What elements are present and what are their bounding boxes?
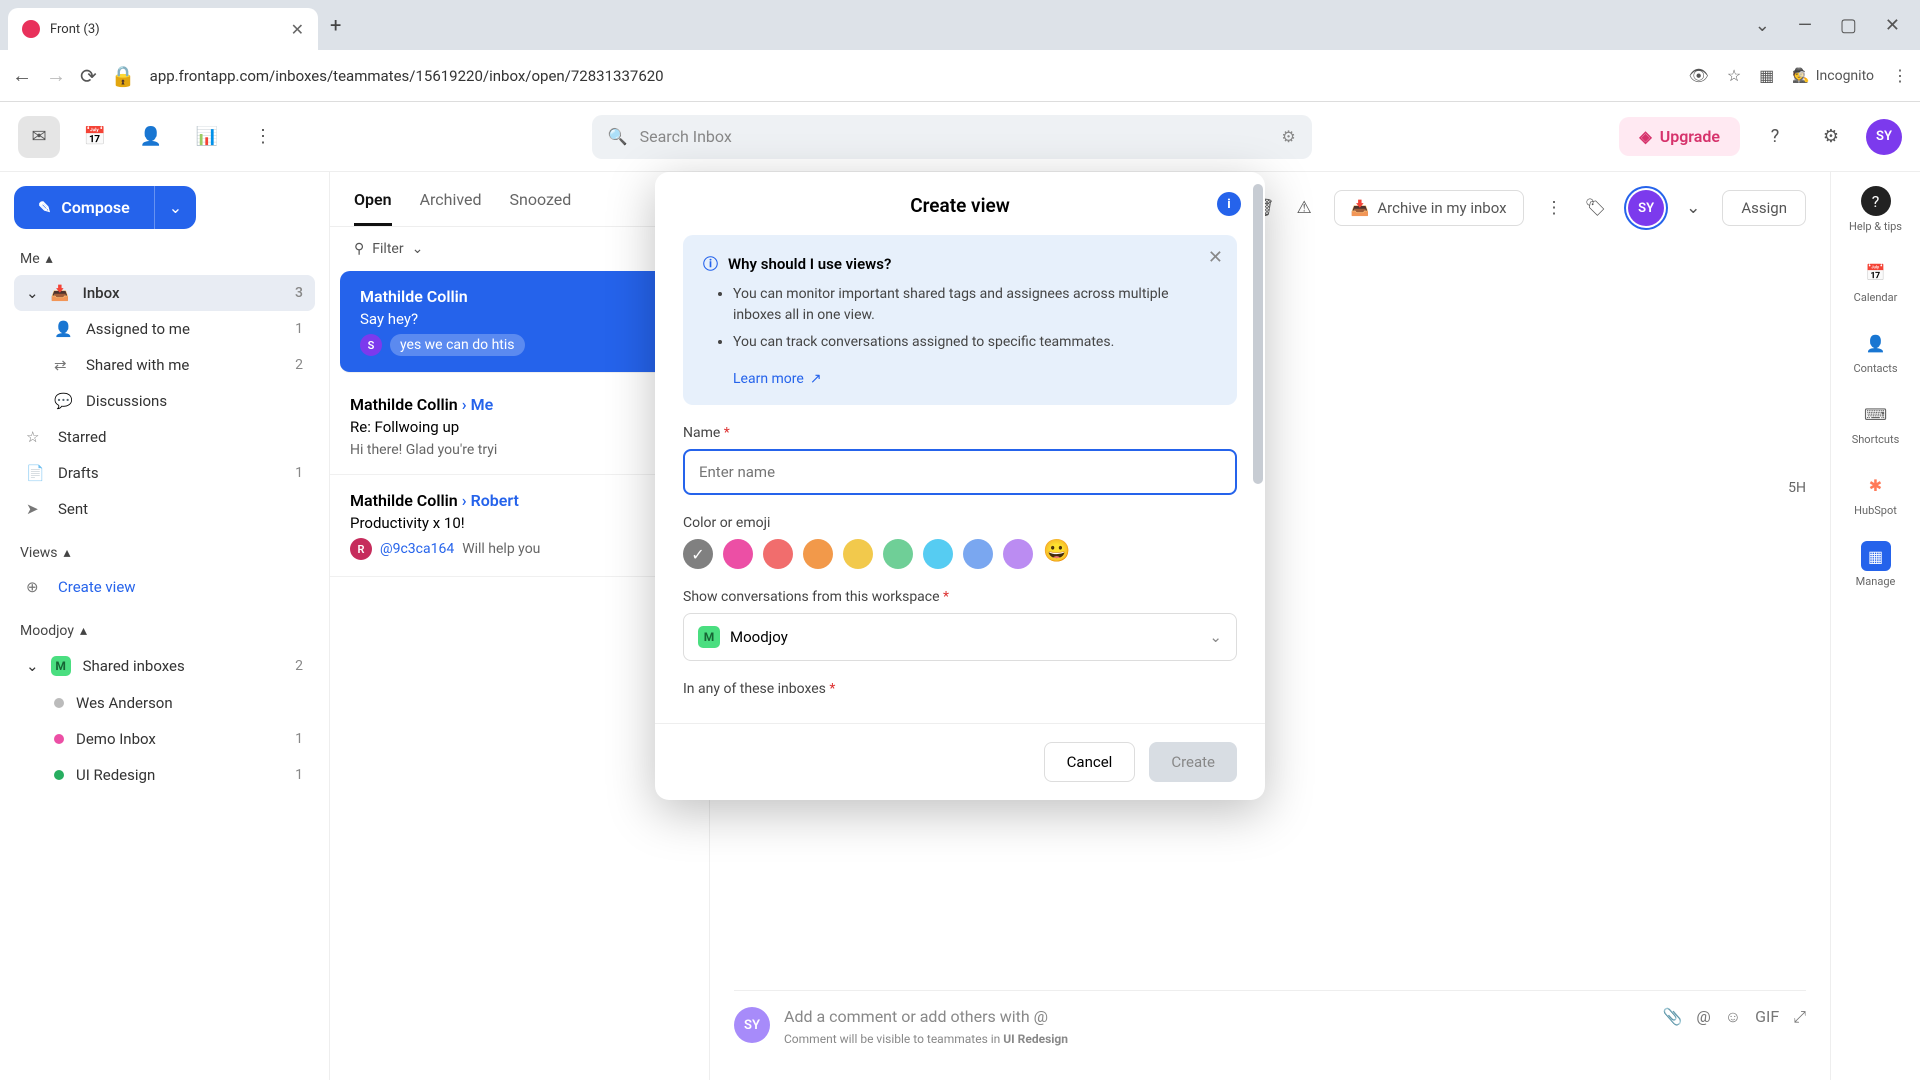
close-icon[interactable]: ✕ <box>1208 247 1223 268</box>
lock-icon[interactable]: 🔒 <box>111 64 136 88</box>
upgrade-button[interactable]: ◈ Upgrade <box>1619 117 1740 156</box>
analytics-nav-icon[interactable]: 📊 <box>186 116 228 158</box>
search-icon: 🔍 <box>608 127 628 146</box>
eye-off-icon[interactable]: 👁 <box>1689 66 1709 85</box>
color-swatches: ✓ 😀 <box>683 539 1237 569</box>
info-circle-icon: ⓘ <box>703 253 718 274</box>
user-avatar[interactable]: SY <box>1866 119 1902 155</box>
create-view-modal: Create view i ✕ ⓘWhy should I use views?… <box>655 172 1265 800</box>
contacts-nav-icon[interactable]: 👤 <box>130 116 172 158</box>
browser-tab-bar: Front (3) ✕ + ⌄ — ▢ ✕ <box>0 0 1920 50</box>
minimize-icon[interactable]: — <box>1798 15 1812 36</box>
extensions-icon[interactable]: ▦ <box>1759 66 1774 85</box>
reload-icon[interactable]: ⟳ <box>80 64 97 88</box>
diamond-icon: ◈ <box>1639 127 1651 146</box>
modal-title: Create view <box>683 194 1237 217</box>
emoji-swatch[interactable]: 😀 <box>1043 539 1073 569</box>
info-box: ✕ ⓘWhy should I use views? You can monit… <box>683 235 1237 405</box>
browser-menu-icon[interactable]: ⋮ <box>1892 66 1908 85</box>
search-filter-icon[interactable]: ⚙ <box>1281 127 1295 146</box>
inbox-nav-icon[interactable]: ✉ <box>18 116 60 158</box>
search-placeholder: Search Inbox <box>640 127 732 146</box>
inboxes-label: In any of these inboxes * <box>683 681 1237 697</box>
incognito-icon: 🕵️ <box>1792 68 1809 84</box>
color-swatch[interactable] <box>803 539 833 569</box>
external-link-icon: ↗ <box>810 371 822 387</box>
help-icon[interactable]: ? <box>1754 116 1796 158</box>
name-label: Name * <box>683 425 1237 441</box>
incognito-badge: 🕵️ Incognito <box>1792 68 1874 84</box>
maximize-icon[interactable]: ▢ <box>1840 15 1857 36</box>
info-icon[interactable]: i <box>1217 192 1241 216</box>
tab-favicon <box>22 20 40 38</box>
forward-icon: → <box>46 63 66 88</box>
color-swatch[interactable] <box>963 539 993 569</box>
new-tab-button[interactable]: + <box>330 13 341 37</box>
cancel-button[interactable]: Cancel <box>1044 742 1136 782</box>
url-text[interactable]: app.frontapp.com/inboxes/teammates/15619… <box>150 67 1675 85</box>
color-label: Color or emoji <box>683 515 1237 531</box>
browser-url-bar: ← → ⟳ 🔒 app.frontapp.com/inboxes/teammat… <box>0 50 1920 102</box>
tab-title: Front (3) <box>50 22 281 37</box>
learn-more-link[interactable]: Learn more↗ <box>733 371 822 387</box>
bookmark-star-icon[interactable]: ☆ <box>1727 66 1741 85</box>
color-swatch[interactable] <box>1003 539 1033 569</box>
browser-tab[interactable]: Front (3) ✕ <box>8 8 318 50</box>
tab-close-icon[interactable]: ✕ <box>291 20 304 39</box>
settings-icon[interactable]: ⚙ <box>1810 116 1852 158</box>
modal-scrollbar[interactable] <box>1253 184 1263 720</box>
color-swatch[interactable] <box>923 539 953 569</box>
create-button[interactable]: Create <box>1149 742 1237 782</box>
color-swatch[interactable]: ✓ <box>683 539 713 569</box>
color-swatch[interactable] <box>843 539 873 569</box>
modal-overlay: Create view i ✕ ⓘWhy should I use views?… <box>0 172 1920 1080</box>
search-bar[interactable]: 🔍 Search Inbox ⚙ <box>592 115 1312 159</box>
name-input[interactable] <box>683 449 1237 495</box>
calendar-nav-icon[interactable]: 📅 <box>74 116 116 158</box>
workspace-dropdown[interactable]: M Moodjoy ⌄ <box>683 613 1237 661</box>
more-nav-icon[interactable]: ⋮ <box>242 116 284 158</box>
chevron-down-icon: ⌄ <box>1209 628 1222 646</box>
color-swatch[interactable] <box>883 539 913 569</box>
back-icon[interactable]: ← <box>12 63 32 88</box>
close-window-icon[interactable]: ✕ <box>1885 15 1900 36</box>
window-controls: ⌄ — ▢ ✕ <box>1755 15 1920 36</box>
workspace-label: Show conversations from this workspace * <box>683 589 1237 605</box>
color-swatch[interactable] <box>763 539 793 569</box>
workspace-badge: M <box>698 626 720 648</box>
tabs-dropdown-icon[interactable]: ⌄ <box>1755 15 1770 36</box>
app-header: ✉ 📅 👤 📊 ⋮ 🔍 Search Inbox ⚙ ◈ Upgrade ? ⚙… <box>0 102 1920 172</box>
color-swatch[interactable] <box>723 539 753 569</box>
